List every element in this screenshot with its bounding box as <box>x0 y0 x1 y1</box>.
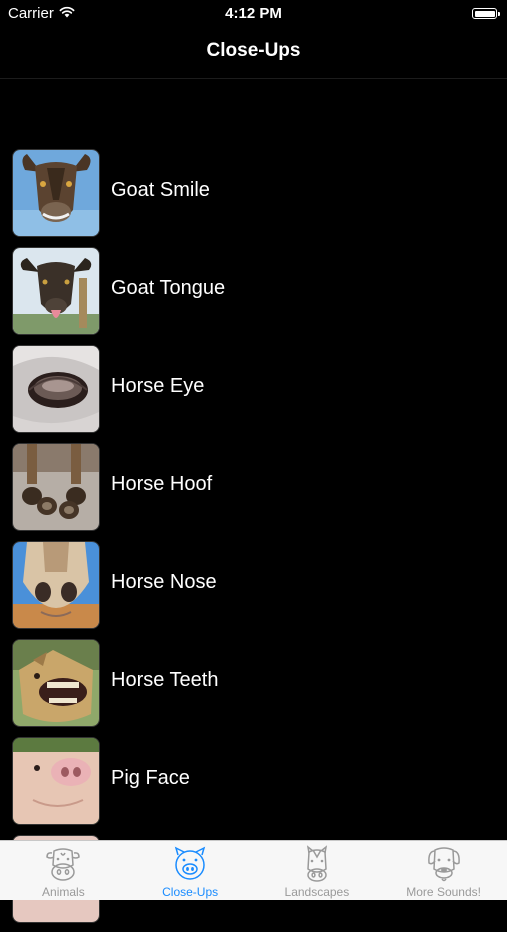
navigation-bar: Close-Ups <box>0 28 507 79</box>
list-item-horse-teeth[interactable]: Horse Teeth <box>0 638 507 736</box>
tab-label: Close-Ups <box>162 885 219 899</box>
goat-smile-thumbnail <box>13 150 99 236</box>
pig-face-thumbnail <box>13 738 99 824</box>
list-item-label: Horse Eye <box>111 375 205 397</box>
close-ups-list: Goat Smile Goat Tongue Horse Eye Horse H… <box>0 148 507 932</box>
page-title: Close-Ups <box>206 40 301 61</box>
horse-hoof-thumbnail <box>13 444 99 530</box>
dog-icon <box>427 847 460 882</box>
horse-nose-thumbnail <box>13 542 99 628</box>
status-bar: Carrier 4:12 PM <box>0 0 507 28</box>
list-item-label: Goat Smile <box>111 179 210 201</box>
pig-icon <box>174 846 206 880</box>
tab-bar: Animals Close-Ups Landscapes More Sounds… <box>0 840 507 900</box>
list-item-goat-smile[interactable]: Goat Smile <box>0 148 507 246</box>
status-time: 4:12 PM <box>225 5 282 22</box>
tab-close-ups[interactable]: Close-Ups <box>127 841 254 900</box>
tab-animals[interactable]: Animals <box>0 841 127 900</box>
horse-icon <box>306 845 327 882</box>
list-item-label: Horse Teeth <box>111 669 219 691</box>
tab-landscapes[interactable]: Landscapes <box>254 841 381 900</box>
tab-label: More Sounds! <box>406 885 481 899</box>
battery-icon <box>472 8 500 19</box>
tab-label: Landscapes <box>284 885 350 899</box>
list-item-horse-eye[interactable]: Horse Eye <box>0 344 507 442</box>
list-item-label: Horse Hoof <box>111 473 213 495</box>
tab-label: Animals <box>42 885 85 899</box>
list-item-horse-hoof[interactable]: Horse Hoof <box>0 442 507 540</box>
list-item-goat-tongue[interactable]: Goat Tongue <box>0 246 507 344</box>
list-item-label: Horse Nose <box>111 571 217 593</box>
tab-more-sounds[interactable]: More Sounds! <box>380 841 507 900</box>
list-item-pig-face[interactable]: Pig Face <box>0 736 507 834</box>
goat-tongue-thumbnail <box>13 248 99 334</box>
list-item-horse-nose[interactable]: Horse Nose <box>0 540 507 638</box>
list-item-label: Goat Tongue <box>111 277 226 299</box>
list-item-label: Pig Face <box>111 767 190 789</box>
horse-eye-thumbnail <box>13 346 99 432</box>
cow-icon <box>46 848 81 881</box>
horse-teeth-thumbnail <box>13 640 99 726</box>
